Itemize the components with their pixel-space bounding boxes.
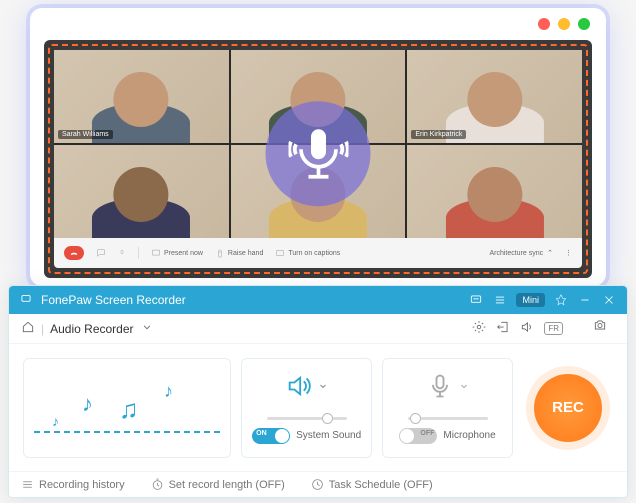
system-sound-slider[interactable] <box>267 417 347 420</box>
export-icon[interactable] <box>496 320 510 337</box>
present-label: Present now <box>164 250 203 257</box>
participant-tile[interactable] <box>54 145 229 238</box>
pin-icon[interactable] <box>553 292 569 308</box>
system-sound-toggle[interactable]: ON <box>252 428 290 444</box>
present-button[interactable]: Present now <box>151 248 203 258</box>
recorder-window: FonePaw Screen Recorder Mini | Audio Rec… <box>8 285 628 498</box>
footer: Recording history Set record length (OFF… <box>9 471 627 497</box>
microphone-label: Microphone <box>443 430 495 441</box>
microphone-panel: OFF Microphone <box>382 358 513 458</box>
minimize-icon[interactable] <box>577 292 593 308</box>
close-dot[interactable] <box>538 18 550 30</box>
settings-icon[interactable] <box>472 320 486 337</box>
fr-badge[interactable]: FR <box>544 322 563 335</box>
video-frame: Sarah Williams Erin Kirkpatrick <box>44 40 592 278</box>
microphone-slider[interactable] <box>408 417 488 420</box>
microphone-toggle[interactable]: OFF <box>399 428 437 444</box>
mini-mode-button[interactable]: Mini <box>516 293 545 307</box>
toggle-state: ON <box>256 430 267 437</box>
menu-icon[interactable] <box>492 292 508 308</box>
raise-label: Raise hand <box>228 250 263 257</box>
length-label: Set record length (OFF) <box>169 479 285 491</box>
video-call-window: Sarah Williams Erin Kirkpatrick <box>30 8 606 286</box>
participant-tile[interactable]: Sarah Williams <box>54 50 229 143</box>
mode-dropdown-chevron[interactable] <box>140 320 154 337</box>
maximize-dot[interactable] <box>578 18 590 30</box>
system-sound-label: System Sound <box>296 430 361 441</box>
raise-hand-button[interactable]: Raise hand <box>215 248 263 258</box>
app-title: FonePaw Screen Recorder <box>41 293 460 307</box>
participant-tile[interactable] <box>407 145 582 238</box>
call-toolbar: Present now Raise hand Turn on captions … <box>54 238 582 268</box>
hangup-button[interactable] <box>64 246 84 260</box>
home-icon[interactable] <box>21 320 35 337</box>
microphone-icon <box>426 372 454 405</box>
participant-tile[interactable]: Erin Kirkpatrick <box>407 50 582 143</box>
mode-bar: | Audio Recorder FR <box>9 314 627 344</box>
participant-name: Erin Kirkpatrick <box>411 130 466 139</box>
microphone-overlay-icon <box>266 101 371 206</box>
participant-name: Sarah Williams <box>58 130 113 139</box>
app-logo-icon <box>19 292 33 309</box>
captions-label: Turn on captions <box>288 250 340 257</box>
architecture-sync[interactable]: Architecture sync ⌃ <box>489 249 553 257</box>
history-label: Recording history <box>39 479 125 491</box>
record-button-wrap: REC <box>523 374 613 442</box>
window-controls <box>538 18 590 30</box>
toggle-state: OFF <box>420 430 434 437</box>
chevron-up-icon: ⌃ <box>547 249 553 257</box>
panels: ♪ ♪ ♫ ♪ ON System Sound <box>9 344 627 471</box>
task-schedule-button[interactable]: Task Schedule (OFF) <box>311 478 433 491</box>
mic-control-icon[interactable] <box>118 248 126 258</box>
record-button[interactable]: REC <box>534 374 602 442</box>
close-icon[interactable] <box>601 292 617 308</box>
speaker-dropdown[interactable] <box>317 379 329 397</box>
arch-label: Architecture sync <box>489 250 543 257</box>
more-icon[interactable]: ⋮ <box>565 249 572 257</box>
sound-settings-icon[interactable] <box>520 320 534 337</box>
record-label: REC <box>552 399 584 416</box>
chat-icon[interactable] <box>96 248 106 258</box>
waveform-panel: ♪ ♪ ♫ ♪ <box>23 358 231 458</box>
recording-history-button[interactable]: Recording history <box>21 478 125 491</box>
mic-dropdown[interactable] <box>458 379 470 397</box>
system-sound-panel: ON System Sound <box>241 358 372 458</box>
titlebar: FonePaw Screen Recorder Mini <box>9 286 627 314</box>
record-length-button[interactable]: Set record length (OFF) <box>151 478 285 491</box>
feedback-icon[interactable] <box>468 292 484 308</box>
captions-button[interactable]: Turn on captions <box>275 248 340 258</box>
minimize-dot[interactable] <box>558 18 570 30</box>
schedule-label: Task Schedule (OFF) <box>329 479 433 491</box>
mode-label: Audio Recorder <box>50 322 133 336</box>
speaker-icon <box>285 372 313 405</box>
screenshot-icon[interactable] <box>593 318 615 340</box>
